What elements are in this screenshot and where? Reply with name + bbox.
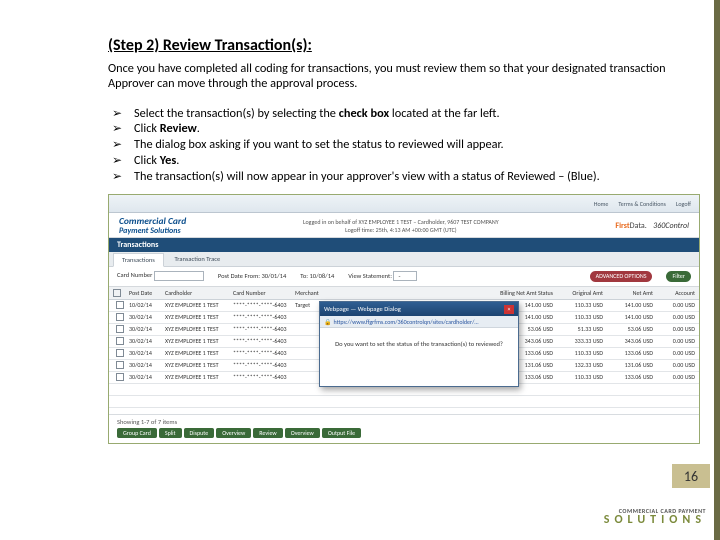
chevron-right-icon: ➢ (112, 121, 134, 136)
viewstmt-label: View Statement: (348, 272, 392, 280)
page-number: 16 (672, 464, 710, 488)
dialog-message: Do you want to set the status of the tra… (320, 328, 518, 360)
cardnum-label: Card Number (117, 271, 152, 279)
page-content: (Step 2) Review Transaction(s): Once you… (0, 0, 720, 184)
col-cardholder: Cardholder (165, 289, 231, 297)
step-item: ➢Click Yes. (112, 153, 672, 169)
col-netamt: Net Amt (605, 289, 653, 297)
section-title: Transactions (109, 238, 699, 252)
action-group-card[interactable]: Group Card (117, 428, 157, 438)
action-output-file[interactable]: Output File (322, 428, 361, 438)
row-checkbox[interactable] (116, 361, 124, 369)
product-name: 360Control (653, 221, 689, 231)
tabs: Transactions Transaction Trace (109, 252, 699, 267)
app-header: Commercial Card Payment Solutions Logged… (109, 213, 699, 238)
tab-trace[interactable]: Transaction Trace (165, 252, 229, 266)
step-title: (Step 2) Review Transaction(s): (108, 36, 672, 55)
filter-bar: Card Number Post Date From: 30/01/14 To:… (109, 267, 699, 287)
step-item: ➢The transaction(s) will now appear in y… (112, 169, 672, 185)
step-item: ➢The dialog box asking if you want to se… (112, 137, 672, 153)
dialog-title: Webpage — Webpage Dialog (324, 305, 401, 313)
page-right-border (714, 0, 720, 540)
app-top-links: Home Terms & Conditions Logoff (109, 195, 699, 213)
postdate-from: Post Date From: 30/01/14 (218, 272, 286, 280)
table-header: Post Date Cardholder Card Number Merchan… (109, 287, 699, 300)
action-buttons: Group CardSplitDisputeOverviewReviewOver… (117, 428, 691, 438)
step-text: Select the transaction(s) by selecting t… (134, 106, 672, 122)
link-logoff[interactable]: Logoff (676, 200, 691, 208)
footer-l2: SOLUTIONS (604, 514, 706, 526)
step-list: ➢Select the transaction(s) by selecting … (108, 106, 672, 185)
cardnum-input[interactable] (154, 271, 204, 281)
col-merchant: Merchant (295, 289, 345, 297)
pager-text: Showing 1-7 of 7 items (117, 418, 691, 426)
select-all-checkbox[interactable] (113, 289, 121, 297)
adv-options[interactable]: ADVANCED OPTIONS (590, 271, 653, 282)
step-text: The transaction(s) will now appear in yo… (134, 169, 672, 185)
chevron-right-icon: ➢ (112, 153, 134, 168)
step-item: ➢Click Review. (112, 121, 672, 137)
link-terms[interactable]: Terms & Conditions (618, 200, 665, 208)
dialog-url: https://www.ffgrfms.com/360controlqn/sit… (333, 318, 478, 326)
brand-l2: Payment Solutions (119, 227, 186, 235)
action-dispute[interactable]: Dispute (184, 428, 215, 438)
link-home[interactable]: Home (594, 200, 609, 208)
row-checkbox[interactable] (116, 349, 124, 357)
row-checkbox[interactable] (116, 325, 124, 333)
col-cardnumber: Card Number (233, 289, 293, 297)
confirm-dialog: Webpage — Webpage Dialog × 🔒https://www.f… (319, 301, 519, 387)
row-checkbox[interactable] (116, 337, 124, 345)
col-origamt: Original Amt (555, 289, 603, 297)
step-text: The dialog box asking if you want to set… (134, 137, 672, 153)
login-info: Logged in on behalf of XYZ EMPLOYEE 1 TE… (194, 218, 607, 226)
filter-button[interactable]: Filter (666, 271, 691, 282)
action-overview[interactable]: Overview (285, 428, 320, 438)
action-overview[interactable]: Overview (216, 428, 251, 438)
close-icon[interactable]: × (504, 305, 514, 314)
chevron-right-icon: ➢ (112, 106, 134, 121)
col-netamt-status: Billing Net Amt Status (347, 289, 553, 297)
intro-text: Once you have completed all coding for t… (108, 61, 672, 92)
tab-transactions[interactable]: Transactions (113, 253, 164, 267)
chevron-right-icon: ➢ (112, 169, 134, 184)
row-checkbox[interactable] (116, 301, 124, 309)
action-review[interactable]: Review (253, 428, 282, 438)
bottom-bar: Showing 1-7 of 7 items Group CardSplitDi… (109, 414, 699, 443)
col-postdate: Post Date (129, 289, 163, 297)
lock-icon: 🔒 (324, 318, 331, 326)
postdate-to: To: 10/08/14 (300, 272, 334, 280)
chevron-right-icon: ➢ (112, 137, 134, 152)
viewstmt-value[interactable]: - (393, 271, 417, 281)
embedded-app-screenshot: Home Terms & Conditions Logoff Commercia… (108, 194, 700, 444)
brand: Commercial Card Payment Solutions (119, 217, 186, 235)
row-checkbox[interactable] (116, 313, 124, 321)
action-split[interactable]: Split (159, 428, 182, 438)
firstdata-logo: FirstData. (615, 221, 646, 231)
step-text: Click Yes. (134, 153, 672, 169)
row-checkbox[interactable] (116, 373, 124, 381)
login-time: Logoff time: 25th, 4:13 AM +00:00 GMT (U… (194, 226, 607, 234)
header-right: FirstData. 360Control (615, 221, 689, 231)
step-text: Click Review. (134, 121, 672, 137)
col-account: Account (655, 289, 695, 297)
footer-logo: COMMERCIAL CARD PAYMENT SOLUTIONS (604, 508, 706, 526)
step-item: ➢Select the transaction(s) by selecting … (112, 106, 672, 122)
